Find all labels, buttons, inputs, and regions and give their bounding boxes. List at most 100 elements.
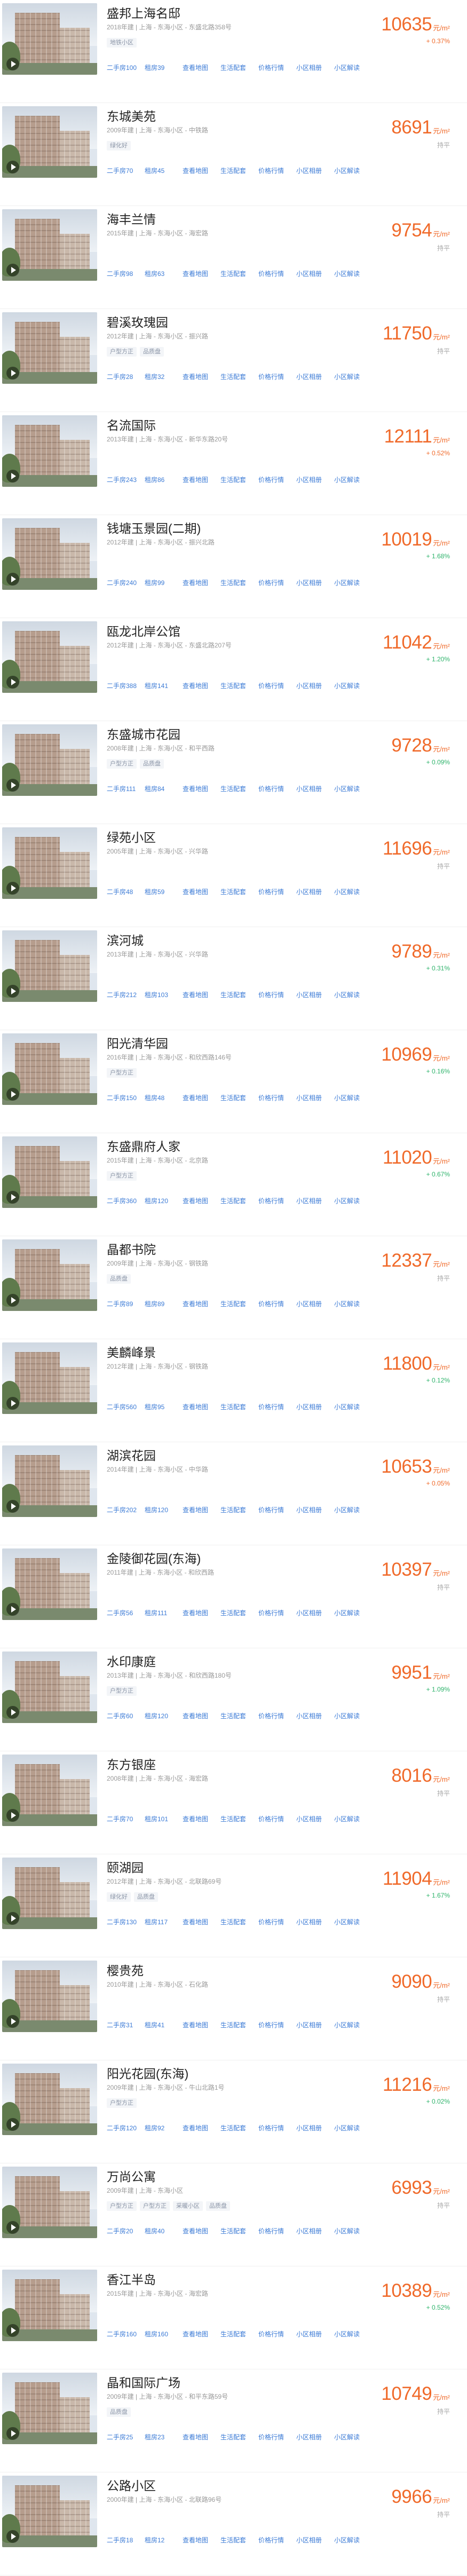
rent-link[interactable]: 租房40: [145, 2226, 181, 2235]
secondhand-link[interactable]: 二手房70: [107, 166, 143, 175]
community-photo[interactable]: [2, 2373, 97, 2444]
analysis-link[interactable]: 小区解读: [334, 990, 370, 999]
amenities-link[interactable]: 生活配套: [220, 2226, 257, 2235]
play-video-icon[interactable]: [6, 2221, 19, 2234]
secondhand-link[interactable]: 二手房20: [107, 2226, 143, 2235]
community-row[interactable]: 香江半岛 2015年建 | 上海 - 东海小区 - 海宏路 二手房160 租房160 查…: [0, 2266, 467, 2369]
community-name[interactable]: 海丰兰情: [107, 209, 156, 227]
community-photo[interactable]: [2, 1548, 97, 1620]
play-video-icon[interactable]: [6, 1912, 19, 1925]
community-row[interactable]: 万尚公寓 2009年建 | 上海 - 东海小区 户型方正 户型方正 采暖小区 品质盘 二手房…: [0, 2163, 467, 2266]
community-photo[interactable]: [2, 1961, 97, 2032]
secondhand-link[interactable]: 二手房240: [107, 578, 143, 587]
amenities-link[interactable]: 生活配套: [220, 887, 257, 896]
price-trend-link[interactable]: 价格行情: [258, 475, 295, 484]
community-row[interactable]: 晶和国际广场 2009年建 | 上海 - 东海小区 - 和平东路59号 品质盘 二手房…: [0, 2369, 467, 2472]
community-photo[interactable]: [2, 1755, 97, 1826]
album-link[interactable]: 小区相册: [296, 2226, 333, 2235]
analysis-link[interactable]: 小区解读: [334, 2123, 370, 2132]
community-photo[interactable]: [2, 3, 97, 75]
secondhand-link[interactable]: 二手房100: [107, 63, 143, 72]
community-name[interactable]: 晶和国际广场: [107, 2373, 180, 2391]
secondhand-link[interactable]: 二手房25: [107, 2432, 143, 2441]
album-link[interactable]: 小区相册: [296, 990, 333, 999]
album-link[interactable]: 小区相册: [296, 2020, 333, 2029]
price-trend-link[interactable]: 价格行情: [258, 887, 295, 896]
play-video-icon[interactable]: [6, 1397, 19, 1410]
secondhand-link[interactable]: 二手房111: [107, 784, 143, 793]
play-video-icon[interactable]: [6, 1294, 19, 1307]
rent-link[interactable]: 租房59: [145, 887, 181, 896]
community-photo[interactable]: [2, 415, 97, 487]
amenities-link[interactable]: 生活配套: [220, 681, 257, 690]
analysis-link[interactable]: 小区解读: [334, 2226, 370, 2235]
play-video-icon[interactable]: [6, 2427, 19, 2440]
play-video-icon[interactable]: [6, 2118, 19, 2131]
album-link[interactable]: 小区相册: [296, 887, 333, 896]
analysis-link[interactable]: 小区解读: [334, 1505, 370, 1514]
community-name[interactable]: 美麟峰景: [107, 1342, 156, 1361]
analysis-link[interactable]: 小区解读: [334, 1917, 370, 1926]
amenities-link[interactable]: 生活配套: [220, 1402, 257, 1411]
rent-link[interactable]: 租房45: [145, 166, 181, 175]
play-video-icon[interactable]: [6, 1603, 19, 1616]
price-trend-link[interactable]: 价格行情: [258, 2535, 295, 2545]
community-photo[interactable]: [2, 1033, 97, 1105]
price-trend-link[interactable]: 价格行情: [258, 1505, 295, 1514]
rent-link[interactable]: 租房160: [145, 2329, 181, 2338]
community-row[interactable]: 碧溪玫瑰园 2012年建 | 上海 - 东海小区 - 振兴路 户型方正 品质盘 二手房2…: [0, 309, 467, 412]
secondhand-link[interactable]: 二手房98: [107, 269, 143, 278]
price-trend-link[interactable]: 价格行情: [258, 681, 295, 690]
community-name[interactable]: 公路小区: [107, 2476, 156, 2494]
amenities-link[interactable]: 生活配套: [220, 2123, 257, 2132]
community-photo[interactable]: [2, 1239, 97, 1311]
analysis-link[interactable]: 小区解读: [334, 2329, 370, 2338]
map-link[interactable]: 查看地图: [183, 269, 219, 278]
map-link[interactable]: 查看地图: [183, 2226, 219, 2235]
community-row[interactable]: 东盛鼎府人家 2015年建 | 上海 - 东海小区 - 北京路 户型方正 二手房360…: [0, 1133, 467, 1236]
secondhand-link[interactable]: 二手房160: [107, 2329, 143, 2338]
map-link[interactable]: 查看地图: [183, 63, 219, 72]
amenities-link[interactable]: 生活配套: [220, 1196, 257, 1205]
analysis-link[interactable]: 小区解读: [334, 578, 370, 587]
community-row[interactable]: 东盛城市花园 2008年建 | 上海 - 东海小区 - 和平西路 户型方正 品质盘 二手…: [0, 721, 467, 824]
price-trend-link[interactable]: 价格行情: [258, 1608, 295, 1617]
community-row[interactable]: 东城美苑 2009年建 | 上海 - 东海小区 - 中铁路 绿化好 二手房70 租房45…: [0, 103, 467, 206]
amenities-link[interactable]: 生活配套: [220, 1814, 257, 1823]
price-trend-link[interactable]: 价格行情: [258, 1402, 295, 1411]
analysis-link[interactable]: 小区解读: [334, 1402, 370, 1411]
analysis-link[interactable]: 小区解读: [334, 887, 370, 896]
map-link[interactable]: 查看地图: [183, 1299, 219, 1308]
album-link[interactable]: 小区相册: [296, 2432, 333, 2441]
album-link[interactable]: 小区相册: [296, 1814, 333, 1823]
secondhand-link[interactable]: 二手房70: [107, 1814, 143, 1823]
price-trend-link[interactable]: 价格行情: [258, 63, 295, 72]
community-name[interactable]: 钱塘玉景园(二期): [107, 518, 201, 536]
rent-link[interactable]: 租房89: [145, 1299, 181, 1308]
community-photo[interactable]: [2, 1652, 97, 1723]
price-trend-link[interactable]: 价格行情: [258, 578, 295, 587]
map-link[interactable]: 查看地图: [183, 2123, 219, 2132]
community-photo[interactable]: [2, 312, 97, 384]
album-link[interactable]: 小区相册: [296, 1402, 333, 1411]
community-row[interactable]: 樱贵苑 2010年建 | 上海 - 东海小区 - 石化路 二手房31 租房41 查看地图…: [0, 1957, 467, 2060]
community-row[interactable]: 晶都书院 2009年建 | 上海 - 东海小区 - 钢铁路 品质盘 二手房89 租房89…: [0, 1236, 467, 1339]
map-link[interactable]: 查看地图: [183, 1711, 219, 1720]
community-photo[interactable]: [2, 2167, 97, 2238]
price-trend-link[interactable]: 价格行情: [258, 784, 295, 793]
community-name[interactable]: 水印康庭: [107, 1652, 156, 1670]
community-photo[interactable]: [2, 827, 97, 899]
community-name[interactable]: 颐湖园: [107, 1858, 144, 1876]
play-video-icon[interactable]: [6, 2324, 19, 2337]
album-link[interactable]: 小区相册: [296, 681, 333, 690]
amenities-link[interactable]: 生活配套: [220, 269, 257, 278]
map-link[interactable]: 查看地图: [183, 887, 219, 896]
play-video-icon[interactable]: [6, 2015, 19, 2028]
secondhand-link[interactable]: 二手房130: [107, 1917, 143, 1926]
community-name[interactable]: 阳光花园(东海): [107, 2064, 188, 2082]
community-row[interactable]: 公路小区 2000年建 | 上海 - 东海小区 - 北联路96号 二手房18 租房12…: [0, 2472, 467, 2575]
analysis-link[interactable]: 小区解读: [334, 1608, 370, 1617]
play-video-icon[interactable]: [6, 779, 19, 792]
album-link[interactable]: 小区相册: [296, 2329, 333, 2338]
map-link[interactable]: 查看地图: [183, 1608, 219, 1617]
